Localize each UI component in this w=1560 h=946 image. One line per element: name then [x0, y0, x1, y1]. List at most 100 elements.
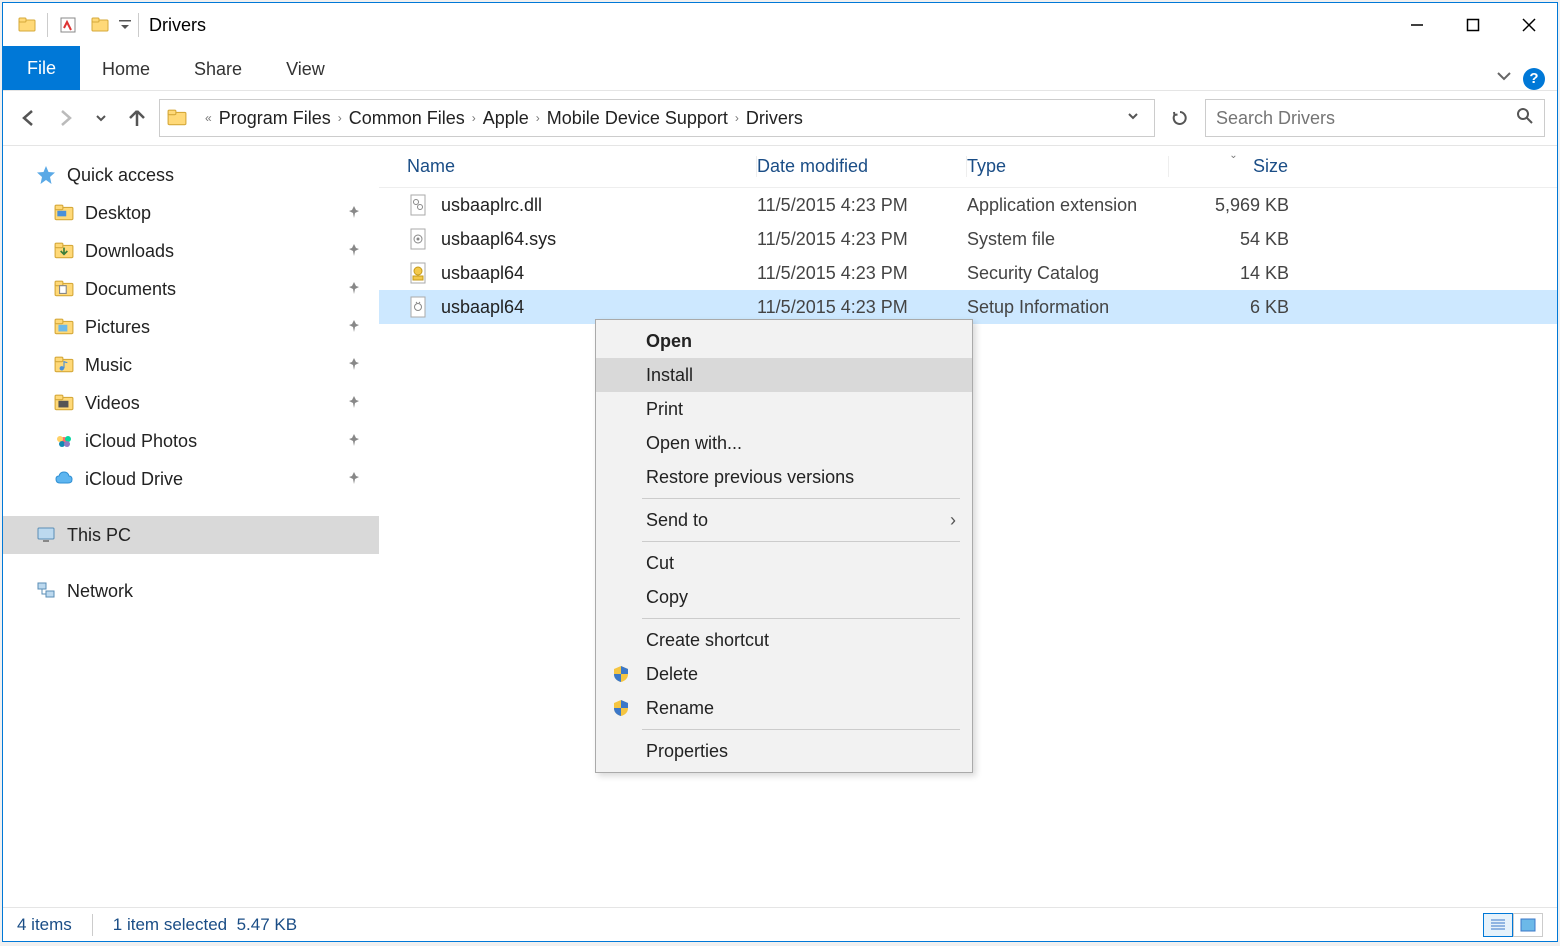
details-view-button[interactable]	[1483, 913, 1513, 937]
column-header-type[interactable]: Type	[967, 156, 1169, 177]
breadcrumb-segment[interactable]: Mobile Device Support	[547, 108, 728, 129]
properties-quick-icon[interactable]	[52, 9, 84, 41]
file-date: 11/5/2015 4:23 PM	[757, 195, 967, 216]
file-row[interactable]: usbaapl64 11/5/2015 4:23 PM Security Cat…	[379, 256, 1557, 290]
context-menu-properties[interactable]: Properties	[596, 734, 972, 768]
context-menu-restore-versions[interactable]: Restore previous versions	[596, 460, 972, 494]
file-date: 11/5/2015 4:23 PM	[757, 229, 967, 250]
quick-access-node[interactable]: Quick access	[3, 156, 379, 194]
file-row[interactable]: usbaaplrc.dll 11/5/2015 4:23 PM Applicat…	[379, 188, 1557, 222]
up-button[interactable]	[123, 107, 151, 129]
sidebar-item-label: Desktop	[85, 203, 151, 224]
search-icon[interactable]	[1516, 107, 1534, 130]
pin-icon	[347, 355, 361, 376]
sidebar-item-pictures[interactable]: Pictures	[3, 308, 379, 346]
pin-icon	[347, 203, 361, 224]
pin-icon	[347, 279, 361, 300]
this-pc-node[interactable]: This PC	[3, 516, 379, 554]
breadcrumb-segment[interactable]: Program Files	[219, 108, 331, 129]
status-selection: 1 item selected	[113, 915, 227, 934]
status-size: 5.47 KB	[237, 915, 298, 934]
pictures-icon	[53, 316, 75, 338]
search-input[interactable]	[1216, 108, 1516, 129]
sidebar-item-icloud-drive[interactable]: iCloud Drive	[3, 460, 379, 498]
context-menu-install[interactable]: Install	[596, 358, 972, 392]
file-size: 6 KB	[1169, 297, 1299, 318]
breadcrumb-segment[interactable]: Common Files	[349, 108, 465, 129]
context-menu-send-to[interactable]: Send to›	[596, 503, 972, 537]
maximize-button[interactable]	[1445, 3, 1501, 47]
file-tab[interactable]: File	[3, 46, 80, 90]
music-icon	[53, 354, 75, 376]
minimize-button[interactable]	[1389, 3, 1445, 47]
chevron-right-icon[interactable]: ›	[335, 111, 345, 125]
chevron-right-icon[interactable]: ›	[533, 111, 543, 125]
shield-icon	[610, 697, 632, 719]
file-type: System file	[967, 229, 1169, 250]
file-row[interactable]: usbaapl64.sys 11/5/2015 4:23 PM System f…	[379, 222, 1557, 256]
network-label: Network	[67, 581, 133, 602]
thumbnails-view-button[interactable]	[1513, 913, 1543, 937]
context-menu-cut[interactable]: Cut	[596, 546, 972, 580]
context-menu-copy[interactable]: Copy	[596, 580, 972, 614]
file-name: usbaapl64	[441, 263, 524, 284]
column-header-name[interactable]: Name	[379, 156, 757, 177]
column-header-size[interactable]: ⌄Size	[1169, 156, 1299, 177]
back-button[interactable]	[15, 107, 43, 129]
file-type: Security Catalog	[967, 263, 1169, 284]
breadcrumb-segment[interactable]: Drivers	[746, 108, 803, 129]
breadcrumb-segment[interactable]: Apple	[483, 108, 529, 129]
tab-share[interactable]: Share	[172, 49, 264, 90]
network-icon	[35, 580, 57, 602]
context-menu-rename[interactable]: Rename	[596, 691, 972, 725]
network-node[interactable]: Network	[3, 572, 379, 610]
context-menu-delete[interactable]: Delete	[596, 657, 972, 691]
context-menu-open[interactable]: Open	[596, 324, 972, 358]
refresh-button[interactable]	[1163, 101, 1197, 135]
file-name: usbaaplrc.dll	[441, 195, 542, 216]
recent-locations-button[interactable]	[87, 111, 115, 125]
context-menu-create-shortcut[interactable]: Create shortcut	[596, 623, 972, 657]
column-headers: Name Date modified Type ⌄Size	[379, 146, 1557, 188]
file-name: usbaapl64.sys	[441, 229, 556, 250]
sort-desc-icon: ⌄	[1229, 150, 1237, 161]
navigation-pane: Quick access Desktop Downloads Documents…	[3, 146, 379, 907]
sidebar-item-icloud-photos[interactable]: iCloud Photos	[3, 422, 379, 460]
context-menu-open-with[interactable]: Open with...	[596, 426, 972, 460]
folder-quick-icon[interactable]	[84, 9, 116, 41]
qat-dropdown-icon[interactable]	[116, 9, 134, 41]
sys-file-icon	[407, 227, 429, 251]
tab-view[interactable]: View	[264, 49, 347, 90]
chevron-right-icon[interactable]: ›	[732, 111, 742, 125]
file-size: 54 KB	[1169, 229, 1299, 250]
videos-icon	[53, 392, 75, 414]
column-header-date[interactable]: Date modified	[757, 156, 967, 177]
context-menu-separator	[642, 541, 960, 542]
forward-button[interactable]	[51, 107, 79, 129]
search-box[interactable]	[1205, 99, 1545, 137]
sidebar-item-downloads[interactable]: Downloads	[3, 232, 379, 270]
address-dropdown-icon[interactable]	[1126, 109, 1140, 128]
sidebar-item-desktop[interactable]: Desktop	[3, 194, 379, 232]
sidebar-item-music[interactable]: Music	[3, 346, 379, 384]
sidebar-item-documents[interactable]: Documents	[3, 270, 379, 308]
folder-glyph-icon	[11, 9, 43, 41]
sidebar-item-videos[interactable]: Videos	[3, 384, 379, 422]
close-button[interactable]	[1501, 3, 1557, 47]
help-button[interactable]: ?	[1523, 68, 1545, 90]
file-size: 5,969 KB	[1169, 195, 1299, 216]
status-bar: 4 items 1 item selected 5.47 KB	[3, 907, 1557, 941]
ribbon-expand-icon[interactable]	[1495, 67, 1513, 90]
window-title: Drivers	[149, 15, 206, 36]
tab-home[interactable]: Home	[80, 49, 172, 90]
ribbon-tabs: File Home Share View ?	[3, 47, 1557, 91]
icloud-photos-icon	[53, 430, 75, 452]
chevron-left-icon[interactable]: «	[202, 111, 215, 125]
this-pc-label: This PC	[67, 525, 131, 546]
context-menu-separator	[642, 729, 960, 730]
address-bar[interactable]: « Program Files › Common Files › Apple ›…	[159, 99, 1155, 137]
context-menu-print[interactable]: Print	[596, 392, 972, 426]
file-name: usbaapl64	[441, 297, 524, 318]
sidebar-item-label: Pictures	[85, 317, 150, 338]
chevron-right-icon[interactable]: ›	[469, 111, 479, 125]
